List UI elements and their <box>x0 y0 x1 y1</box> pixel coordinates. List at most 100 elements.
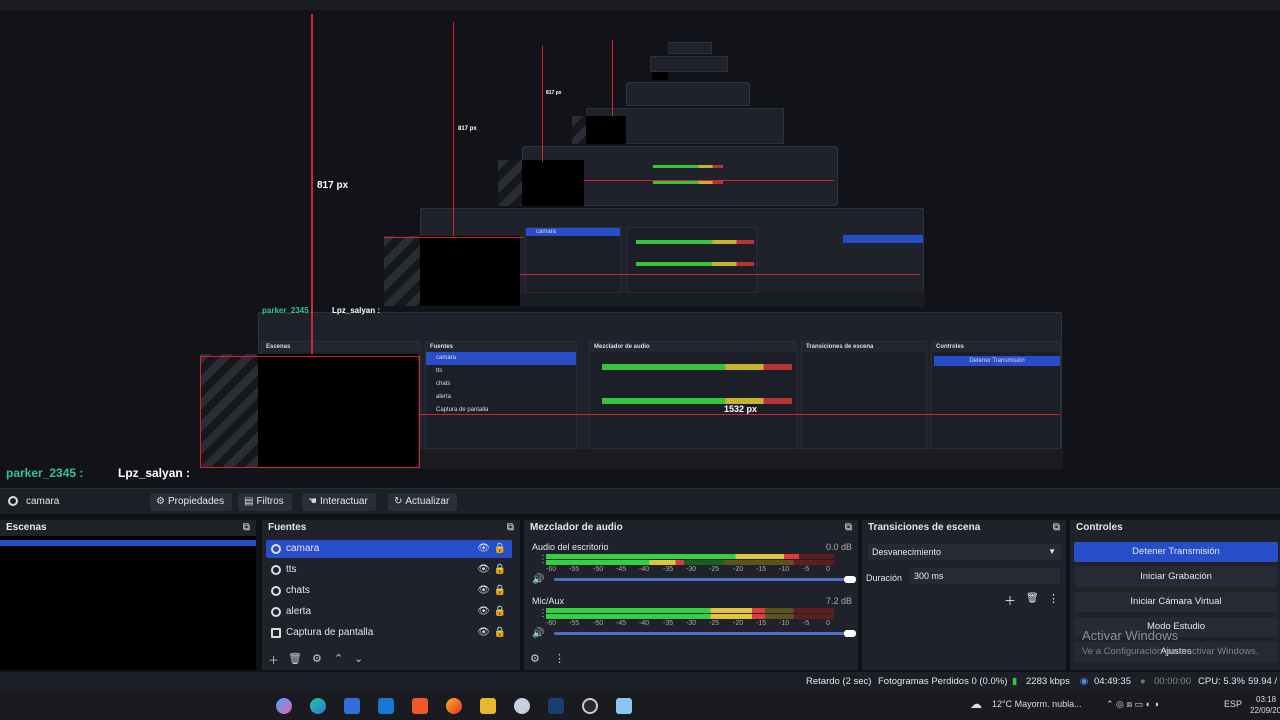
lock-icon[interactable]: 🔒 <box>494 603 506 621</box>
weather-text[interactable]: 12°C Mayorm. nubla... <box>992 699 1082 709</box>
lock-icon[interactable]: 🔒 <box>494 624 506 642</box>
copilot-icon[interactable] <box>276 698 292 714</box>
dimension-label: 817 px <box>458 126 477 132</box>
steam-icon[interactable] <box>548 698 564 714</box>
channel-name: Audio del escritorio <box>532 542 609 552</box>
activation-watermark: Activar Windows <box>1082 628 1179 643</box>
source-item-camara[interactable]: camara 👁 🔒 <box>266 540 512 558</box>
add-icon[interactable]: ＋ <box>1004 592 1016 609</box>
lock-icon[interactable]: 🔒 <box>494 582 506 600</box>
obs-icon[interactable] <box>582 698 598 714</box>
source-label: camara <box>286 543 320 554</box>
db-tick: -5 <box>803 566 810 573</box>
mixer-channel-mic: Mic/Aux 7.2 dB ⋮ -60 -55 -50 -45 -40 -35 -30 -2… <box>530 596 856 646</box>
interact-button[interactable]: ☚ Interactuar <box>302 493 376 511</box>
refresh-button[interactable]: ↻ Actualizar <box>388 493 458 511</box>
outlook-icon[interactable] <box>378 698 394 714</box>
db-tick: -25 <box>709 566 720 573</box>
source-item-chats[interactable]: chats 👁 🔒 <box>266 582 512 600</box>
trash-icon[interactable]: 🗑 <box>288 652 302 665</box>
store-icon[interactable] <box>344 698 360 714</box>
more-icon[interactable]: ⋮ <box>1048 592 1059 605</box>
scenes-dock: Escenas ⧉ <box>0 520 256 670</box>
db-tick: -35 <box>663 566 674 573</box>
eye-icon[interactable]: 👁 <box>477 624 490 642</box>
filters-button[interactable]: ▤ Filtros <box>238 493 292 511</box>
chevron-down-icon[interactable]: ⌄ <box>354 652 363 665</box>
peak-meter-fill <box>546 560 684 565</box>
weather-icon[interactable]: ☁ <box>970 697 982 711</box>
edge-icon[interactable] <box>310 698 326 714</box>
fps: 59.94 / <box>1248 676 1278 687</box>
eye-icon[interactable]: 👁 <box>477 603 490 621</box>
volume-slider[interactable] <box>554 578 854 581</box>
mixer-footer: ⚙ ⋮ <box>524 648 858 670</box>
db-tick: -55 <box>569 620 580 627</box>
globe-icon <box>271 586 281 596</box>
source-item-captura[interactable]: Captura de pantalla 👁 🔒 <box>266 624 512 642</box>
speaker-icon[interactable]: 🔊 <box>532 574 544 585</box>
lock-icon[interactable]: 🔒 <box>494 540 506 558</box>
scene-item-selected[interactable] <box>0 540 256 546</box>
db-tick: -5 <box>803 620 810 627</box>
eye-icon[interactable]: 👁 <box>477 540 490 558</box>
db-tick: -55 <box>569 566 580 573</box>
channel-db: 0.0 dB <box>825 542 852 552</box>
signal-icon: ▮ <box>1012 676 1018 687</box>
undock-icon[interactable]: ⧉ <box>845 520 852 536</box>
clock-time[interactable]: 03:18 <box>1256 695 1276 704</box>
undock-icon[interactable]: ⧉ <box>243 520 250 536</box>
db-tick: -20 <box>733 566 744 573</box>
eye-icon[interactable]: 👁 <box>477 582 490 600</box>
status-bar: Retardo (2 sec) Fotogramas Perdidos 0 (0… <box>0 672 1280 692</box>
brave-icon[interactable] <box>412 698 428 714</box>
db-tick: -50 <box>593 620 604 627</box>
source-item-alerta[interactable]: alerta 👁 🔒 <box>266 603 512 621</box>
peak-meter-fill <box>546 614 765 619</box>
virtual-camera-button[interactable]: Iniciar Cámara Virtual <box>1074 592 1278 612</box>
source-label: alerta <box>286 606 312 617</box>
volume-knob[interactable] <box>844 576 856 583</box>
stream-time: 04:49:35 <box>1094 676 1131 687</box>
sources-title: Fuentes <box>268 522 307 533</box>
firefox-icon[interactable] <box>446 698 462 714</box>
sources-footer: ＋ 🗑 ⚙ ⌃ ⌄ <box>262 648 520 670</box>
folder-icon[interactable] <box>480 698 496 714</box>
undock-icon[interactable]: ⧉ <box>1053 520 1060 536</box>
lock-icon[interactable]: 🔒 <box>494 561 506 579</box>
mixer-title: Mezclador de audio <box>530 522 623 533</box>
undock-icon[interactable]: ⧉ <box>507 520 514 536</box>
eye-icon[interactable]: 👁 <box>477 561 490 579</box>
properties-button[interactable]: ⚙ Propiedades <box>150 493 233 511</box>
transition-select[interactable]: Desvanecimiento ▼ <box>868 544 1062 560</box>
db-tick: -20 <box>733 620 744 627</box>
add-icon[interactable]: ＋ <box>268 652 279 668</box>
monitor-icon <box>271 628 281 638</box>
db-tick: -40 <box>639 566 650 573</box>
start-recording-button[interactable]: Iniciar Grabación <box>1074 567 1278 587</box>
source-item-tts[interactable]: tts 👁 🔒 <box>266 561 512 579</box>
db-tick: -60 <box>546 620 557 627</box>
transition-selected: Desvanecimiento <box>872 547 942 557</box>
volume-slider[interactable] <box>554 632 854 635</box>
tray-icons[interactable]: ⌃ ◎ ⧈ ▭ ◐ ◑ <box>1106 699 1159 710</box>
stop-stream-button[interactable]: Detener Transmisión <box>1074 542 1278 562</box>
clock-date[interactable]: 22/09/20 <box>1250 706 1280 715</box>
more-icon[interactable]: ⋮ <box>554 652 565 665</box>
settings-icon[interactable]: ⚙ <box>530 652 540 665</box>
speaker-icon[interactable]: 🔊 <box>532 628 544 639</box>
transitions-dock: Transiciones de escena ⧉ Desvanecimiento … <box>862 520 1066 670</box>
peak-meter-fill <box>546 554 799 559</box>
trash-icon[interactable]: 🗑 <box>1026 593 1039 604</box>
gear-icon[interactable]: ⚙ <box>312 652 322 665</box>
language-indicator[interactable]: ESP <box>1224 699 1242 709</box>
volume-knob[interactable] <box>844 630 856 637</box>
duration-input[interactable]: 300 ms <box>910 568 1060 584</box>
notepad-icon[interactable] <box>616 698 632 714</box>
chevron-up-icon[interactable]: ⌃ <box>334 652 343 665</box>
chevron-down-icon: ▼ <box>1048 547 1056 556</box>
preview-canvas[interactable]: Escenas Fuentes camara tts chats alerta Capt… <box>0 0 1280 488</box>
cpu-usage: CPU: 5.3% <box>1198 676 1245 687</box>
db-tick: -10 <box>779 620 790 627</box>
app-icon[interactable] <box>514 698 530 714</box>
